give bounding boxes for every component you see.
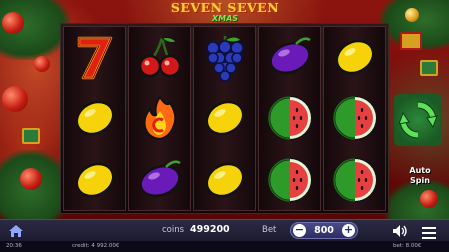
reel-2 bbox=[128, 26, 191, 211]
gift-box-decoration bbox=[400, 32, 422, 50]
auto-spin-label-line1: Auto bbox=[409, 166, 431, 175]
ornament-icon bbox=[2, 86, 28, 112]
ornament-icon bbox=[420, 190, 438, 208]
plum-icon bbox=[259, 27, 320, 87]
bet-stepper: − 800 + bbox=[290, 222, 358, 239]
control-bar: coins 499200 Bet − 800 + bbox=[0, 219, 449, 241]
ornament-icon bbox=[34, 56, 50, 72]
ornament-icon bbox=[405, 8, 419, 22]
spin-button[interactable] bbox=[394, 94, 442, 146]
reel-area bbox=[60, 23, 389, 214]
menu-icon bbox=[422, 227, 436, 239]
auto-spin-label-line2: Spin bbox=[410, 176, 430, 185]
plus-icon: + bbox=[343, 223, 354, 236]
home-button[interactable] bbox=[8, 223, 24, 242]
watermelon-icon bbox=[259, 150, 320, 210]
lemon-icon bbox=[64, 150, 125, 210]
minus-icon: − bbox=[294, 223, 305, 236]
lemon-icon bbox=[64, 88, 125, 148]
bet-label: Bet bbox=[262, 225, 277, 235]
watermelon-icon bbox=[259, 88, 320, 148]
bet-decrease-button[interactable]: − bbox=[293, 224, 306, 237]
reel-5 bbox=[323, 26, 386, 211]
coins-value: 499200 bbox=[190, 224, 230, 235]
bet-value: 800 bbox=[314, 225, 334, 236]
ornament-icon bbox=[20, 168, 42, 190]
bet-readout: bet: 8.00€ bbox=[393, 243, 422, 249]
coins-label: coins bbox=[162, 225, 185, 235]
fire-icon bbox=[129, 88, 190, 148]
gift-box-decoration bbox=[22, 128, 40, 144]
grape-icon bbox=[194, 27, 255, 87]
sound-button[interactable] bbox=[392, 223, 408, 242]
home-icon bbox=[9, 225, 23, 237]
status-bar: 20:36 credit: 4 992.00€ bet: 8.00€ bbox=[0, 241, 449, 252]
cherry-icon bbox=[129, 27, 190, 87]
speaker-icon bbox=[393, 225, 407, 237]
seven-icon bbox=[64, 27, 125, 87]
bet-increase-button[interactable]: + bbox=[342, 224, 355, 237]
reel-1 bbox=[63, 26, 126, 211]
reel-3 bbox=[193, 26, 256, 211]
logo-title: SEVEN SEVEN bbox=[170, 0, 280, 15]
credit-readout: credit: 4 992.00€ bbox=[72, 243, 120, 249]
watermelon-icon bbox=[324, 88, 385, 148]
lemon-icon bbox=[324, 27, 385, 87]
reel-4 bbox=[258, 26, 321, 211]
gift-box-decoration bbox=[420, 60, 438, 76]
ornament-icon bbox=[2, 12, 24, 34]
plum-icon bbox=[129, 150, 190, 210]
clock: 20:36 bbox=[6, 243, 22, 249]
watermelon-icon bbox=[324, 150, 385, 210]
lemon-icon bbox=[194, 88, 255, 148]
auto-spin-button[interactable]: Auto Spin bbox=[398, 166, 442, 186]
lemon-icon bbox=[194, 150, 255, 210]
spin-arrows-icon bbox=[398, 101, 438, 139]
